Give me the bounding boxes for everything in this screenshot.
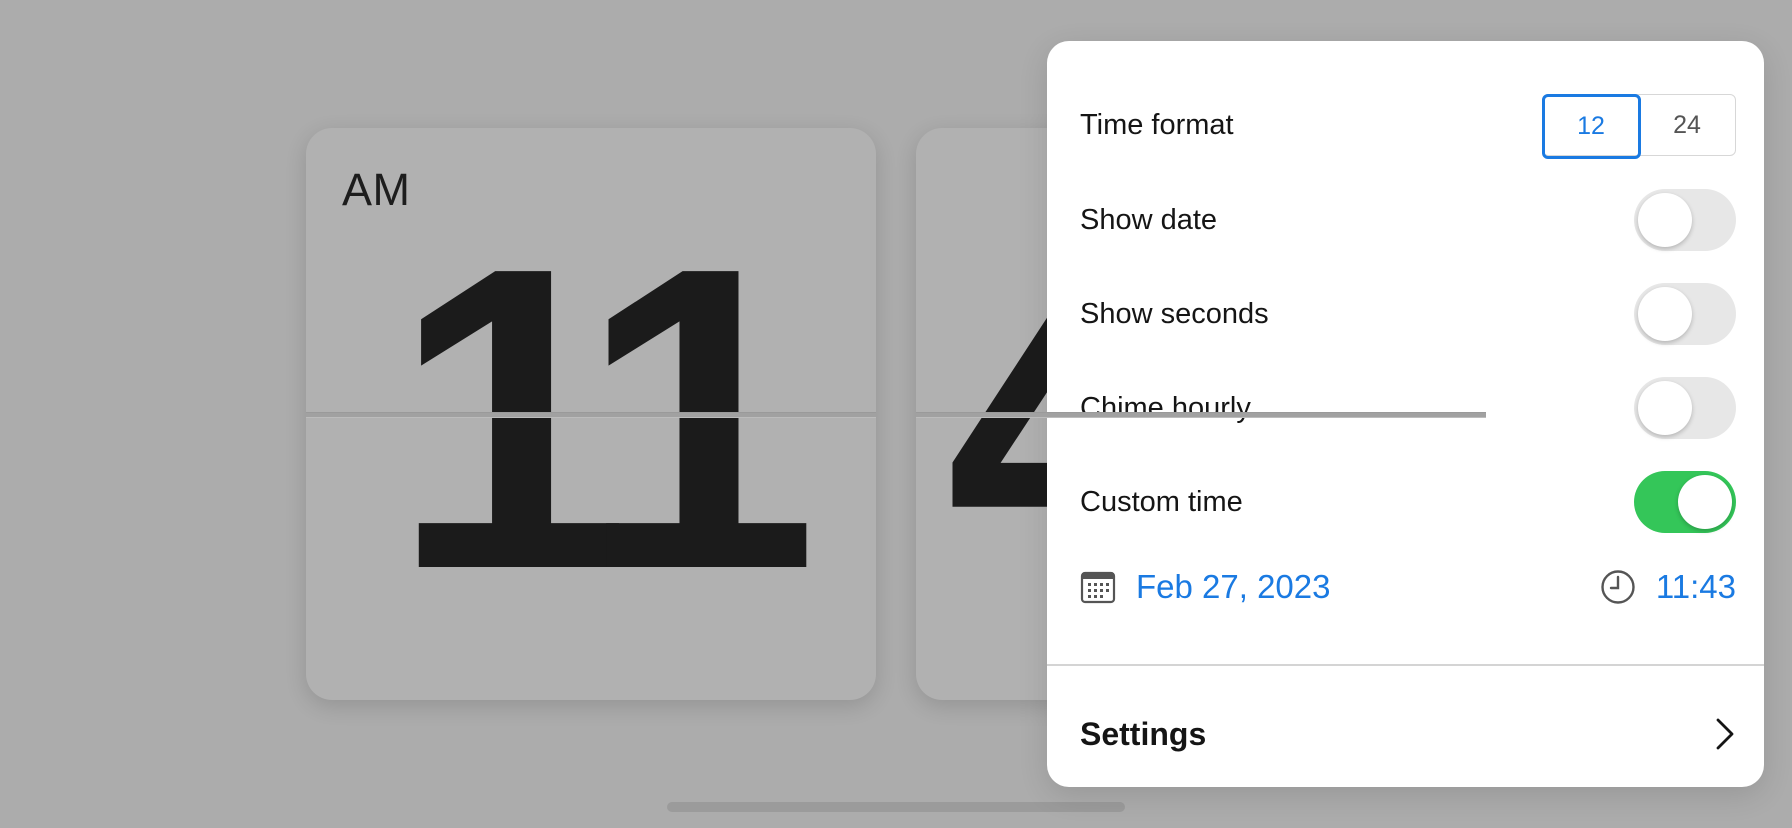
chime-hourly-label: Chime hourly	[1080, 391, 1251, 424]
custom-date-value[interactable]: Feb 27, 2023	[1136, 568, 1331, 606]
chime-hourly-toggle[interactable]	[1634, 377, 1736, 439]
time-format-segmented-control: 12 24	[1541, 93, 1736, 159]
clock-icon	[1600, 569, 1636, 605]
show-seconds-row: Show seconds	[1080, 283, 1736, 345]
show-seconds-label: Show seconds	[1080, 297, 1269, 330]
calendar-icon	[1080, 570, 1116, 604]
hours-flip-card: AM 11	[306, 128, 876, 700]
settings-row[interactable]: Settings	[1080, 703, 1736, 765]
separator	[1047, 664, 1764, 666]
custom-date-picker[interactable]: Feb 27, 2023	[1080, 568, 1331, 606]
time-format-row: Time format 12 24	[1080, 93, 1736, 159]
home-indicator[interactable]	[667, 802, 1125, 812]
toggle-knob	[1638, 381, 1692, 435]
toggle-knob	[1638, 287, 1692, 341]
custom-datetime-row: Feb 27, 2023 11:43	[1080, 557, 1736, 617]
flip-divider	[306, 412, 876, 418]
toggle-knob	[1638, 193, 1692, 247]
custom-time-row: Custom time	[1080, 471, 1736, 533]
custom-time-toggle[interactable]	[1634, 471, 1736, 533]
custom-time-label: Custom time	[1080, 485, 1243, 518]
show-date-label: Show date	[1080, 203, 1218, 236]
chime-hourly-row: Chime hourly	[1080, 377, 1736, 439]
chevron-right-icon	[1714, 716, 1736, 752]
settings-label: Settings	[1080, 715, 1207, 752]
hours-digits: 11	[391, 179, 819, 659]
show-date-row: Show date	[1080, 189, 1736, 251]
flip-divider	[916, 412, 1486, 418]
custom-time-picker[interactable]: 11:43	[1600, 568, 1736, 606]
time-format-label: Time format	[1080, 108, 1234, 141]
time-format-option-12[interactable]: 12	[1541, 93, 1641, 159]
custom-time-value[interactable]: 11:43	[1656, 568, 1736, 606]
show-seconds-toggle[interactable]	[1634, 283, 1736, 345]
toggle-knob	[1678, 475, 1732, 529]
show-date-toggle[interactable]	[1634, 189, 1736, 251]
time-format-option-24[interactable]: 24	[1639, 95, 1735, 155]
